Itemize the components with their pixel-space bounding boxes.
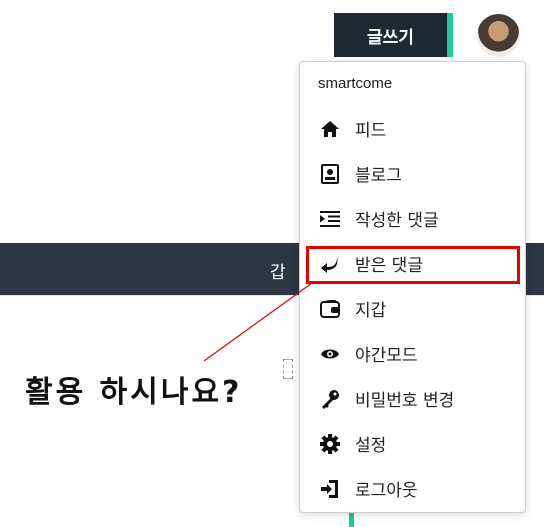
annotation-text: 활용 하시나요? bbox=[25, 375, 243, 410]
annotation-line bbox=[203, 282, 313, 362]
